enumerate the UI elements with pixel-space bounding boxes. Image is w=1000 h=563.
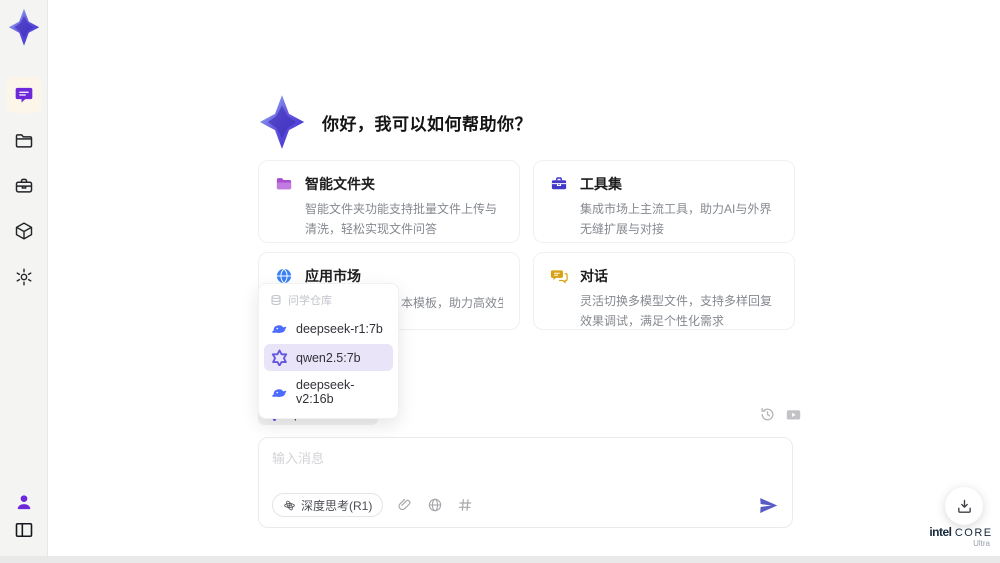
chat-toolbar	[750, 406, 802, 423]
qwen-icon	[271, 349, 288, 366]
grid-icon[interactable]	[457, 497, 473, 513]
card-desc: 灵活切换多模型文件，支持多样回复效果调试，满足个性化需求	[580, 294, 773, 328]
download-icon	[957, 499, 971, 513]
app-logo-icon	[8, 8, 40, 46]
sidebar-item-panel[interactable]	[6, 512, 42, 548]
composer-toolbar: 深度思考(R1)	[272, 493, 779, 517]
gear-icon	[16, 268, 32, 286]
card-title: 工具集	[580, 176, 622, 192]
folder-icon	[276, 178, 292, 190]
atom-icon	[284, 500, 295, 510]
video-icon[interactable]	[785, 406, 802, 423]
folder-icon	[15, 134, 33, 148]
deepseek-icon	[271, 388, 287, 397]
card-title: 智能文件夹	[305, 176, 375, 192]
intel-core-badge: intel core Ultra	[928, 525, 994, 548]
send-icon[interactable]	[758, 495, 779, 516]
cube-icon	[15, 222, 33, 240]
chat-bubble-icon	[550, 270, 568, 284]
deep-think-toggle[interactable]: 深度思考(R1)	[272, 493, 384, 517]
card-chat[interactable]: 对话 灵活切换多模型文件，支持多样回复效果调试，满足个性化需求	[533, 252, 795, 330]
sidebar-item-folders[interactable]	[6, 123, 42, 159]
model-option-label: deepseek-v2:16b	[296, 378, 355, 406]
sidebar	[0, 0, 48, 563]
chat-icon	[15, 87, 33, 103]
greeting-text: 你好，我可以如何帮助你？	[322, 114, 532, 134]
user-icon	[17, 495, 31, 510]
card-desc: 集成市场上主流工具，助力AI与外界无缝扩展与对接	[580, 202, 772, 236]
message-input[interactable]	[272, 447, 772, 469]
card-smart-folder[interactable]: 智能文件夹 智能文件夹功能支持批量文件上传与清洗，轻松实现文件问答	[258, 160, 520, 243]
history-icon[interactable]	[759, 406, 776, 423]
sidebar-item-models[interactable]	[6, 213, 42, 249]
panel-icon	[15, 522, 33, 538]
intel-series: core	[954, 527, 993, 539]
model-repo-header: 问学仓库	[264, 289, 393, 313]
model-option-qwen[interactable]: qwen2.5:7b	[264, 344, 393, 371]
paperclip-icon[interactable]	[397, 497, 413, 513]
intel-brand: intel	[929, 525, 952, 539]
model-option-deepseek-r1[interactable]: deepseek-r1:7b	[264, 315, 393, 342]
message-composer: 深度思考(R1)	[258, 437, 793, 528]
app-window: 你好，我可以如何帮助你？ 智能文件夹 智能文件夹功能支持批量文件上传与清洗，轻松…	[0, 0, 1000, 563]
app-logo-icon	[256, 94, 308, 150]
greeting-header: 你好，我可以如何帮助你？	[256, 94, 532, 150]
repo-label: 问学仓库	[288, 295, 332, 307]
horizontal-scrollbar[interactable]	[0, 556, 1000, 563]
sidebar-item-toolbox[interactable]	[6, 168, 42, 204]
sidebar-item-settings[interactable]	[6, 259, 42, 295]
repo-icon	[271, 295, 281, 306]
model-option-deepseek-v2[interactable]: deepseek-v2:16b	[264, 373, 393, 411]
toolbox-icon	[551, 177, 567, 190]
globe-icon[interactable]	[427, 497, 443, 513]
deepseek-icon	[271, 325, 287, 333]
briefcase-icon	[15, 178, 33, 193]
card-title: 对话	[580, 268, 608, 284]
sidebar-item-chat[interactable]	[6, 77, 42, 113]
card-desc-partial: 本模板，助力高效生成多	[401, 296, 503, 310]
model-option-label: qwen2.5:7b	[296, 350, 361, 365]
model-option-label: deepseek-r1:7b	[296, 321, 383, 336]
model-dropdown: 问学仓库 deepseek-r1:7b qwen2.5:7b deepseek-…	[258, 283, 399, 419]
card-toolset[interactable]: 工具集 集成市场上主流工具，助力AI与外界无缝扩展与对接	[533, 160, 795, 243]
deep-think-label: 深度思考(R1)	[301, 498, 373, 513]
card-desc: 智能文件夹功能支持批量文件上传与清洗，轻松实现文件问答	[305, 202, 498, 236]
intel-tier: Ultra	[973, 539, 990, 548]
download-button[interactable]	[945, 487, 983, 525]
